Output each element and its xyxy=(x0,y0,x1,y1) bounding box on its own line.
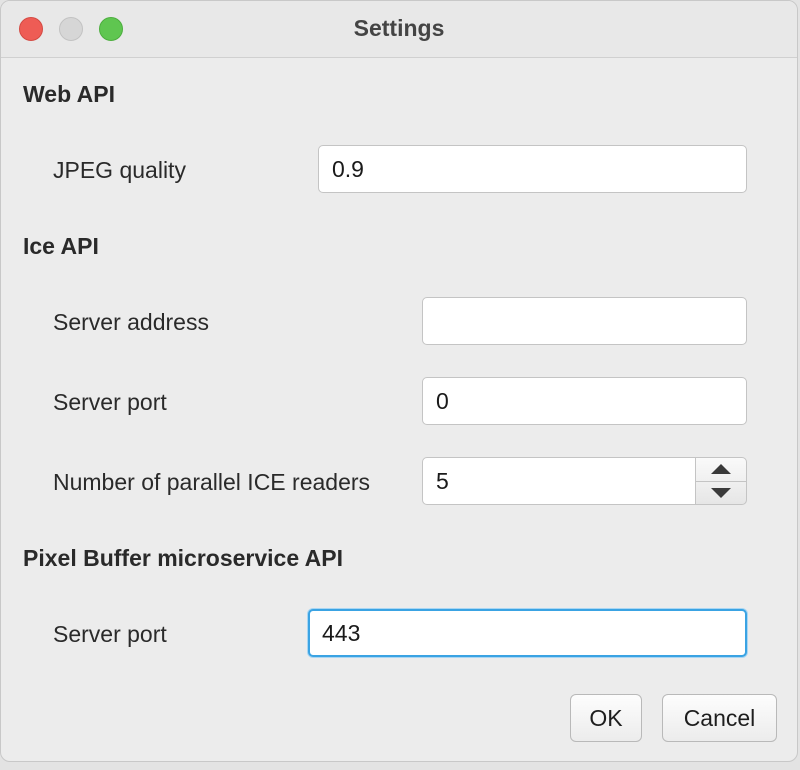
ice-server-port-label: Server port xyxy=(53,389,167,415)
window-title: Settings xyxy=(353,15,445,41)
parallel-ice-readers-spinner xyxy=(695,457,747,505)
cancel-button[interactable]: Cancel xyxy=(662,694,777,742)
pixel-buffer-server-port-label: Server port xyxy=(53,621,167,647)
title-bar: Settings xyxy=(1,1,797,58)
jpeg-quality-label: JPEG quality xyxy=(53,157,186,183)
spinner-increment-button[interactable] xyxy=(696,458,746,482)
ice-server-port-input[interactable] xyxy=(422,377,747,425)
ok-button[interactable]: OK xyxy=(570,694,642,742)
jpeg-quality-input[interactable] xyxy=(318,145,747,193)
server-address-label: Server address xyxy=(53,309,209,335)
pixel-buffer-api-heading: Pixel Buffer microservice API xyxy=(23,545,344,571)
server-address-input[interactable] xyxy=(422,297,747,345)
chevron-down-icon xyxy=(711,488,731,498)
ice-api-heading: Ice API xyxy=(23,233,99,259)
parallel-ice-readers-input[interactable] xyxy=(422,457,696,505)
parallel-ice-readers-label: Number of parallel ICE readers xyxy=(53,469,371,495)
spinner-decrement-button[interactable] xyxy=(696,481,746,504)
pixel-buffer-server-port-input[interactable] xyxy=(308,609,747,657)
web-api-heading: Web API xyxy=(23,81,116,107)
chevron-up-icon xyxy=(711,464,731,474)
settings-window: Settings Web API JPEG quality Ice API Se… xyxy=(0,0,798,762)
